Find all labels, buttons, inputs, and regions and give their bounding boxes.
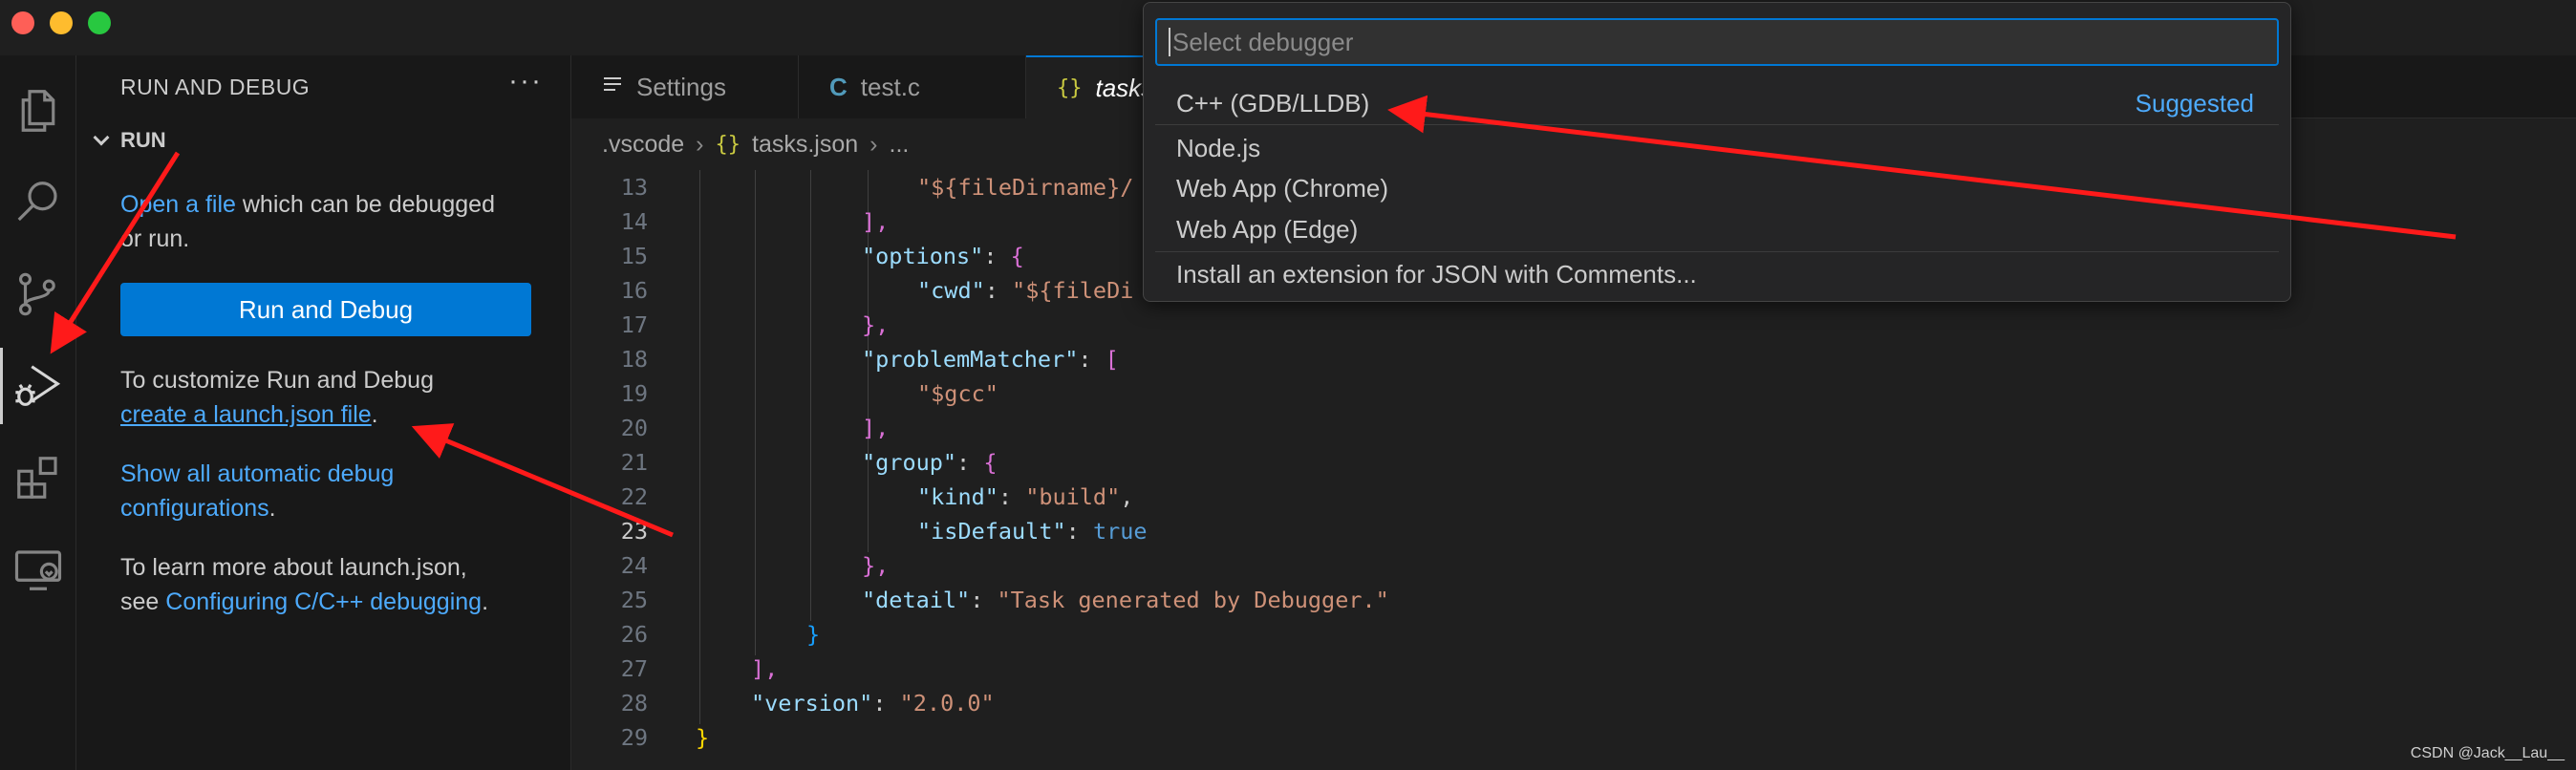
watermark: CSDN @Jack__Lau__ [2410,745,2565,761]
debugger-option-cpp[interactable]: C++ (GDB/LLDB) Suggested [1155,83,2279,125]
sidebar-title: RUN AND DEBUG [120,75,311,99]
run-section-label: RUN [120,128,166,152]
quickpick-separator [1155,251,2279,252]
customize-text: To customize Run and Debug create a laun… [120,367,434,428]
close-window-button[interactable] [11,11,34,34]
minimize-window-button[interactable] [50,11,73,34]
c-file-icon: C [829,72,848,101]
files-icon [21,90,55,132]
tab-settings[interactable]: Settings [571,55,799,118]
search-button[interactable] [0,157,76,248]
search-icon [17,182,57,222]
debugger-option-nodejs[interactable]: Node.js [1155,127,2279,169]
json-braces-icon: {} [715,132,741,157]
activity-bar [0,55,76,770]
debugger-search-input[interactable]: Select debugger [1155,18,2279,66]
source-control-icon [18,272,55,316]
install-extension-option[interactable]: Install an extension for JSON with Comme… [1155,253,2279,295]
suggested-badge: Suggested [2135,89,2254,118]
show-configurations-text: Show all automatic debug configurations. [120,460,395,522]
run-section-header[interactable]: RUN [88,128,166,153]
remote-explorer-button[interactable] [0,524,76,615]
debugger-option-chrome[interactable]: Web App (Chrome) [1155,167,2279,209]
chevron-right-icon: › [696,130,704,158]
chevron-right-icon: › [869,130,878,158]
show-all-configurations-link[interactable]: Show all automatic debug configurations [120,460,394,522]
create-launch-json-link[interactable]: create a launch.json file [120,401,372,428]
select-debugger-quickpick: Select debugger C++ (GDB/LLDB) Suggested… [1143,2,2291,302]
settings-lines-icon [602,73,623,101]
tab-test-c[interactable]: C test.c [799,55,1026,118]
explorer-button[interactable] [0,65,76,157]
json-braces-icon: {} [1057,75,1083,100]
breadcrumb-file[interactable]: tasks.json [752,131,858,159]
run-and-debug-button-primary[interactable]: Run and Debug [120,283,531,336]
learn-more-text: To learn more about launch.json, see Con… [120,554,489,615]
open-file-link[interactable]: Open a file [120,191,236,218]
extensions-button[interactable] [0,432,76,524]
source-control-button[interactable] [0,248,76,340]
chevron-down-icon [93,129,110,146]
run-and-debug-sidebar: RUN AND DEBUG ··· RUN Open a file which … [76,55,571,770]
configuring-cpp-debugging-link[interactable]: Configuring C/C++ debugging [165,588,482,615]
run-debug-icon [15,365,61,406]
run-and-debug-button[interactable] [0,340,76,432]
debugger-option-edge[interactable]: Web App (Edge) [1155,208,2279,250]
breadcrumb-folder[interactable]: .vscode [602,131,684,159]
more-actions-button[interactable]: ··· [508,65,543,97]
open-file-text: Open a file which can be debugged or run… [120,191,495,252]
maximize-window-button[interactable] [88,11,111,34]
breadcrumb-symbol[interactable]: ... [890,131,910,159]
remote-explorer-icon [14,550,62,590]
extensions-icon [17,457,57,499]
